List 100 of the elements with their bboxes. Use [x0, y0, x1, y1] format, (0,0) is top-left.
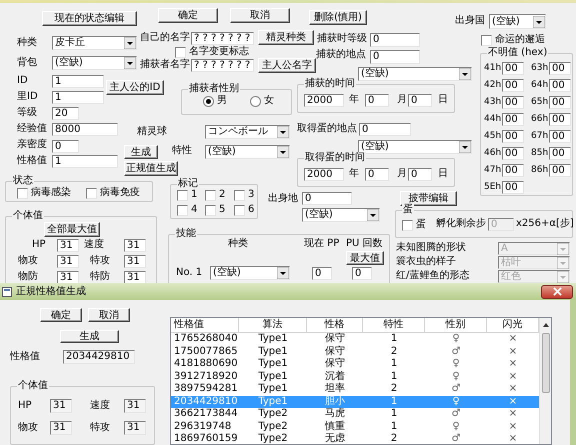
text-field[interactable]: 0	[408, 168, 432, 181]
dialog-button[interactable]: 取消	[88, 308, 130, 322]
text-field[interactable]: 2000	[304, 94, 344, 107]
checkbox[interactable]	[205, 190, 216, 200]
column-header[interactable]: 性别	[425, 318, 487, 332]
checkbox[interactable]	[175, 46, 186, 58]
text-field[interactable]: 0	[352, 267, 372, 280]
text-field[interactable]: 1	[52, 75, 104, 88]
column-header[interactable]: 性格	[307, 318, 363, 332]
text-field[interactable]: 1	[52, 155, 118, 168]
checkbox[interactable]	[17, 188, 28, 198]
dropdown[interactable]: (空缺)	[358, 140, 472, 154]
table-row[interactable]: 1869760159 Type2 无虑 2 ♂ ×	[171, 433, 539, 444]
text-field[interactable]: 31	[50, 399, 72, 413]
text-field[interactable]: 0	[365, 94, 389, 107]
scrollbar[interactable]	[539, 318, 551, 444]
text-field[interactable]: 00	[502, 113, 524, 126]
dropdown[interactable]: (空缺)	[302, 208, 380, 222]
table-row[interactable]: 4181880690 Type1 保守 1 ♀ ×	[171, 358, 539, 370]
radio-button[interactable]	[203, 96, 214, 106]
text-field[interactable]: ? ? ? ? ? ? ?	[191, 59, 254, 72]
dialog-button[interactable]: 最大值	[346, 251, 384, 265]
dialog-button[interactable]: 正规值生成	[124, 161, 178, 176]
text-field[interactable]: 31	[50, 421, 72, 435]
text-field[interactable]: 0	[312, 267, 332, 280]
dialog-button[interactable]: 现在的状态编辑	[42, 11, 137, 26]
text-field[interactable]: 00	[502, 62, 524, 75]
text-field[interactable]: 00	[549, 79, 571, 92]
dialog-button[interactable]: 主人公的ID	[106, 80, 164, 95]
text-field[interactable]: 31	[124, 239, 146, 252]
checkbox[interactable]	[177, 190, 188, 200]
text-field[interactable]: 8000	[52, 123, 118, 136]
text-field[interactable]: ? ? ? ? ? ? ?	[191, 32, 254, 45]
checkbox[interactable]	[177, 204, 188, 216]
table-cell-text: 2	[390, 433, 398, 444]
table-row[interactable]: 1765268040 Type1 保守 1 ♀ ×	[171, 333, 539, 346]
dialog-button[interactable]: 生成	[124, 145, 158, 159]
dropdown[interactable]: (空缺)	[52, 56, 137, 70]
checkbox[interactable]	[86, 188, 97, 198]
text-field[interactable]: 00	[549, 113, 571, 126]
dropdown[interactable]: (空缺)	[489, 14, 546, 29]
text-field[interactable]: 1	[52, 91, 104, 104]
dropdown[interactable]: (空缺)	[205, 145, 290, 159]
table-row[interactable]: 3912718920 Type1 沉着 1 ♀ ×	[171, 370, 539, 383]
dialog-button[interactable]: 确定	[40, 308, 82, 322]
dropdown[interactable]: コンペボール	[205, 125, 290, 139]
checkbox[interactable]	[234, 204, 245, 216]
dialog-button[interactable]: 删除(慎用)	[309, 10, 367, 25]
dropdown[interactable]: 皮卡丘	[52, 36, 137, 50]
checkbox[interactable]	[234, 190, 245, 200]
text-field[interactable]: 00	[549, 164, 571, 177]
text-field[interactable]: 0	[408, 94, 432, 107]
table-row[interactable]: 1750077865 Type1 保守 2 ♂ ×	[171, 346, 539, 358]
text-field[interactable]: 0	[359, 123, 411, 136]
text-field[interactable]: 0	[52, 140, 79, 153]
text-field[interactable]: 00	[502, 147, 524, 160]
table-row[interactable]: 3897594281 Type1 坦率 2 ♂ ×	[171, 383, 539, 396]
text-field[interactable]: 0	[370, 50, 420, 64]
dialog-button[interactable]: 主人公名字	[258, 58, 316, 73]
text-field[interactable]: 00	[549, 62, 571, 75]
dialog-button[interactable]: 精灵种类	[258, 30, 314, 45]
form-label: 取得蛋的地点	[297, 122, 357, 136]
checkbox[interactable]	[481, 34, 492, 46]
text-field[interactable]: 2000	[304, 168, 344, 181]
checkbox[interactable]	[205, 204, 216, 216]
text-field[interactable]: 2034429810	[63, 350, 135, 364]
scrollbar-thumb[interactable]	[542, 333, 550, 393]
text-field[interactable]: 31	[124, 271, 146, 284]
text-field[interactable]: 00	[502, 164, 524, 177]
text-field[interactable]: 31	[57, 255, 79, 268]
dropdown[interactable]: (空缺)	[210, 266, 290, 280]
text-field[interactable]: 00	[549, 96, 571, 109]
dialog-button[interactable]: 全部最大值	[44, 222, 100, 237]
text-field[interactable]: 31	[124, 255, 146, 268]
generate-button[interactable]: 生成	[60, 330, 119, 343]
column-header[interactable]: 算法	[239, 318, 307, 332]
text-field[interactable]: 0	[302, 192, 352, 205]
text-field[interactable]: 00	[502, 181, 524, 194]
text-field[interactable]: 31	[124, 399, 146, 413]
text-field[interactable]: 31	[57, 239, 79, 252]
text-field[interactable]: 31	[57, 271, 79, 284]
column-header[interactable]: 性格值	[171, 318, 239, 332]
table-row[interactable]: 296319748 Type2 慎重 1 ♀ ×	[171, 420, 539, 433]
close-button[interactable]	[541, 284, 573, 298]
text-field[interactable]: 00	[502, 130, 524, 143]
text-field[interactable]: 20	[52, 107, 79, 120]
dropdown[interactable]: (空缺)	[358, 67, 472, 81]
checkbox[interactable]	[402, 220, 413, 230]
text-field[interactable]: 0	[365, 168, 389, 181]
text-field[interactable]: 00	[549, 130, 571, 143]
dialog-button[interactable]: 确定	[158, 8, 218, 23]
text-field[interactable]: 00	[502, 96, 524, 109]
text-field[interactable]: 00	[502, 79, 524, 92]
text-field[interactable]: 00	[549, 147, 571, 160]
radio-button[interactable]	[250, 96, 261, 106]
column-header[interactable]: 特性	[363, 318, 425, 332]
table-row[interactable]: 3662173844 Type2 马虎 1 ♂ ×	[171, 408, 539, 420]
dialog-button[interactable]: 取消	[230, 8, 290, 23]
text-field[interactable]: 31	[124, 421, 146, 435]
text-field[interactable]: 0	[370, 33, 420, 47]
